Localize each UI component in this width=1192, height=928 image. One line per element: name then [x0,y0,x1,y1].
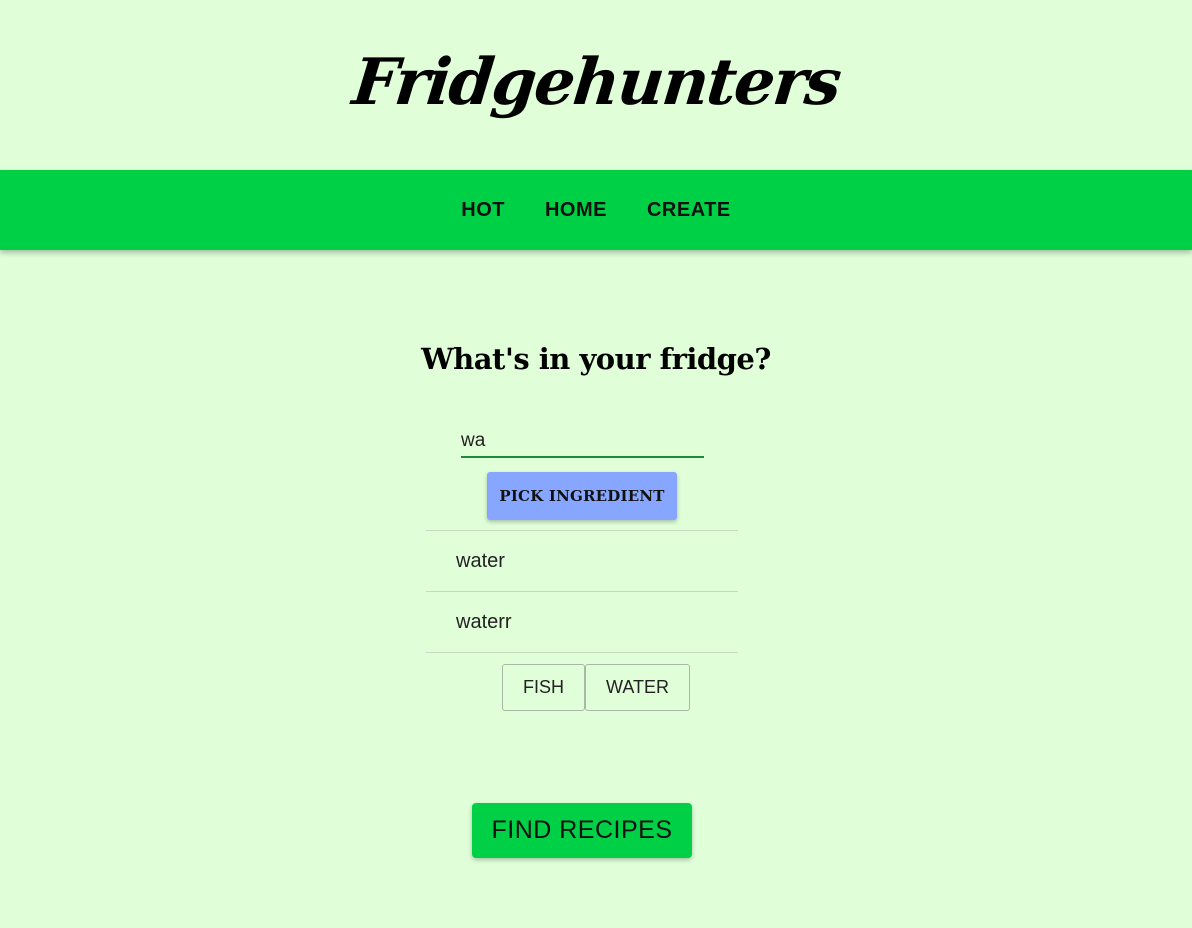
pick-ingredient-button[interactable]: PICK INGREDIENT [487,472,677,520]
suggestion-item[interactable]: water [426,531,738,592]
nav-list: HOT HOME CREATE [441,170,750,250]
find-recipes-button[interactable]: FIND RECIPES [472,803,692,858]
ingredient-search-wrap [461,426,704,458]
ingredient-chip-fish[interactable]: FISH [501,664,585,711]
ingredient-chip-water[interactable]: WATER [585,664,690,711]
nav-item-hot[interactable]: HOT [441,170,525,250]
suggestion-item[interactable]: waterr [426,592,738,653]
nav-item-home[interactable]: HOME [525,170,627,250]
nav-item-create[interactable]: CREATE [627,170,751,250]
ingredient-suggestions-list: water waterr [426,530,738,653]
navbar: HOT HOME CREATE [0,170,1192,250]
selected-ingredients: FISH WATER [0,664,1192,711]
fridge-prompt-heading: What's in your fridge? [421,342,771,376]
site-logo[interactable]: Fridgehunters [0,38,1192,128]
ingredient-search-input[interactable] [461,426,704,458]
header: Fridgehunters [0,0,1192,170]
